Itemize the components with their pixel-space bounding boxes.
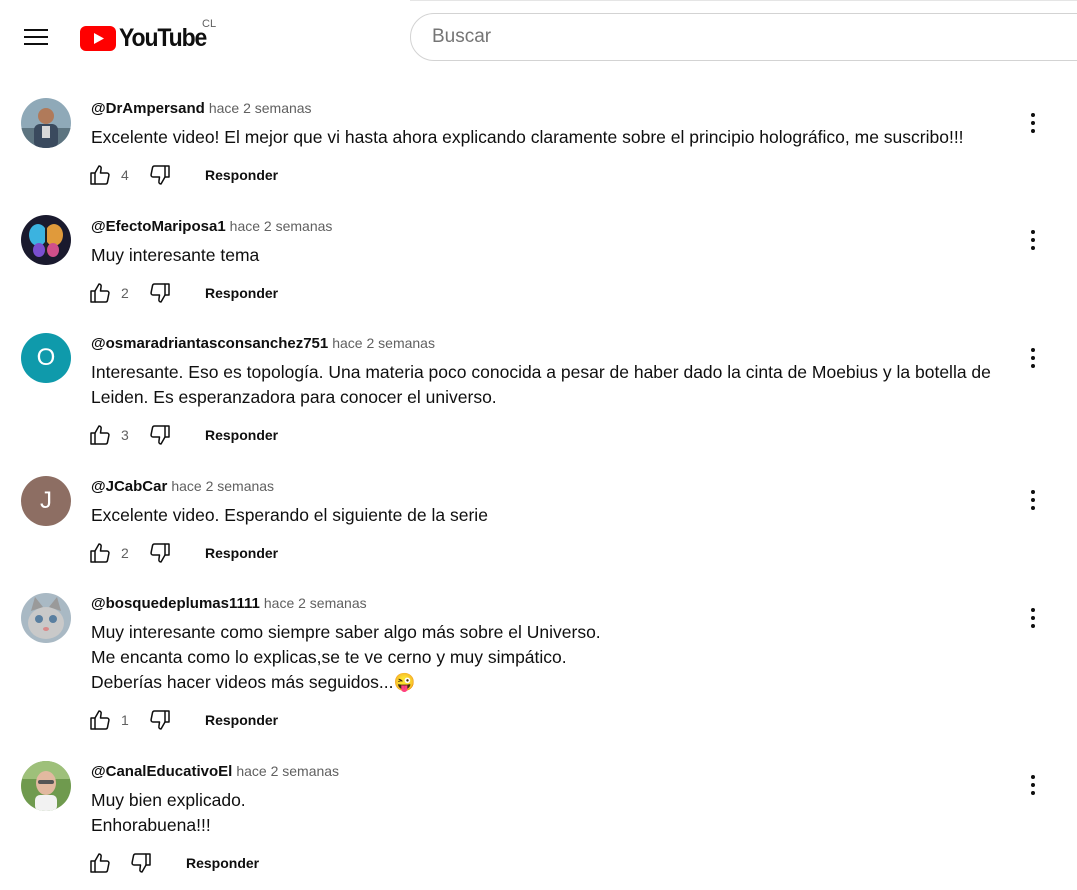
- like-count: 2: [121, 285, 129, 301]
- like-count: 1: [121, 712, 129, 728]
- youtube-logo[interactable]: YouTube: [80, 24, 214, 52]
- comment-actions: 2 Responder: [88, 541, 278, 565]
- avatar[interactable]: J: [21, 476, 71, 526]
- comment-actions: Responder: [88, 851, 259, 875]
- like-icon[interactable]: [88, 541, 112, 565]
- comment-text: Excelente video. Esperando el siguiente …: [91, 505, 488, 525]
- comment-text: Muy bien explicado. Enhorabuena!!!: [91, 790, 246, 835]
- comment-author[interactable]: @DrAmpersand: [91, 100, 205, 117]
- search-box[interactable]: [410, 13, 1077, 61]
- dislike-icon[interactable]: [148, 281, 172, 305]
- more-options-icon[interactable]: [1021, 111, 1045, 135]
- comment-header: @bosquedeplumas1111 hace 2 semanas: [91, 595, 367, 612]
- like-icon[interactable]: [88, 423, 112, 447]
- comment-header: @EfectoMariposa1 hace 2 semanas: [91, 218, 332, 235]
- comment-time[interactable]: hace 2 semanas: [236, 763, 339, 779]
- search-input[interactable]: [430, 25, 1034, 49]
- comment-text: Interesante. Eso es topología. Una mater…: [91, 362, 991, 407]
- comment-author[interactable]: @JCabCar: [91, 478, 167, 495]
- hamburger-menu-icon[interactable]: [24, 27, 48, 47]
- dislike-icon[interactable]: [148, 423, 172, 447]
- comment-actions: 2 Responder: [88, 281, 278, 305]
- reply-button[interactable]: Responder: [205, 545, 278, 561]
- comment-header: @CanalEducativoEl hace 2 semanas: [91, 763, 339, 780]
- like-icon[interactable]: [88, 708, 112, 732]
- reply-button[interactable]: Responder: [205, 427, 278, 443]
- reply-button[interactable]: Responder: [205, 712, 278, 728]
- avatar[interactable]: [21, 98, 71, 148]
- comment-actions: 1 Responder: [88, 708, 278, 732]
- reply-button[interactable]: Responder: [205, 167, 278, 183]
- like-count: 4: [121, 167, 129, 183]
- comment-text: Muy interesante tema: [91, 245, 260, 265]
- comment-time[interactable]: hace 2 semanas: [209, 100, 312, 116]
- comment-header: @JCabCar hace 2 semanas: [91, 478, 274, 495]
- comment-author[interactable]: @CanalEducativoEl: [91, 763, 232, 780]
- comment-header: @osmaradriantasconsanchez751 hace 2 seman…: [91, 335, 435, 352]
- avatar-letter: J: [40, 487, 52, 514]
- dislike-icon[interactable]: [148, 163, 172, 187]
- more-options-icon[interactable]: [1021, 488, 1045, 512]
- dislike-icon[interactable]: [148, 708, 172, 732]
- comment-actions: 3 Responder: [88, 423, 278, 447]
- like-icon[interactable]: [88, 163, 112, 187]
- comment-time[interactable]: hace 2 semanas: [171, 478, 274, 494]
- like-count: 2: [121, 545, 129, 561]
- reply-button[interactable]: Responder: [205, 285, 278, 301]
- comment-actions: 4 Responder: [88, 163, 278, 187]
- avatar-letter: O: [36, 344, 56, 371]
- avatar[interactable]: O: [21, 333, 71, 383]
- comment-author[interactable]: @EfectoMariposa1: [91, 218, 226, 235]
- avatar[interactable]: [21, 761, 71, 811]
- comment-time[interactable]: hace 2 semanas: [264, 595, 367, 611]
- masthead: YouTube CL: [0, 0, 1077, 76]
- youtube-logo-icon: [80, 25, 116, 51]
- comment-text: Excelente video! El mejor que vi hasta a…: [91, 127, 964, 147]
- comment-time[interactable]: hace 2 semanas: [332, 335, 435, 351]
- dislike-icon[interactable]: [129, 851, 153, 875]
- comment-header: @DrAmpersand hace 2 semanas: [91, 100, 312, 117]
- like-icon[interactable]: [88, 281, 112, 305]
- more-options-icon[interactable]: [1021, 773, 1045, 797]
- country-code: CL: [202, 18, 217, 30]
- avatar[interactable]: [21, 593, 71, 643]
- reply-button[interactable]: Responder: [186, 855, 259, 871]
- comment-text: Muy interesante como siempre saber algo …: [91, 622, 601, 692]
- top-divider: [410, 0, 1077, 1]
- like-icon[interactable]: [88, 851, 112, 875]
- comment-author[interactable]: @osmaradriantasconsanchez751: [91, 335, 328, 352]
- comment-time[interactable]: hace 2 semanas: [230, 218, 333, 234]
- like-count: 3: [121, 427, 129, 443]
- logo-text: YouTube: [119, 23, 207, 52]
- more-options-icon[interactable]: [1021, 228, 1045, 252]
- dislike-icon[interactable]: [148, 541, 172, 565]
- more-options-icon[interactable]: [1021, 606, 1045, 630]
- avatar[interactable]: [21, 215, 71, 265]
- comment-author[interactable]: @bosquedeplumas1111: [91, 595, 260, 612]
- more-options-icon[interactable]: [1021, 346, 1045, 370]
